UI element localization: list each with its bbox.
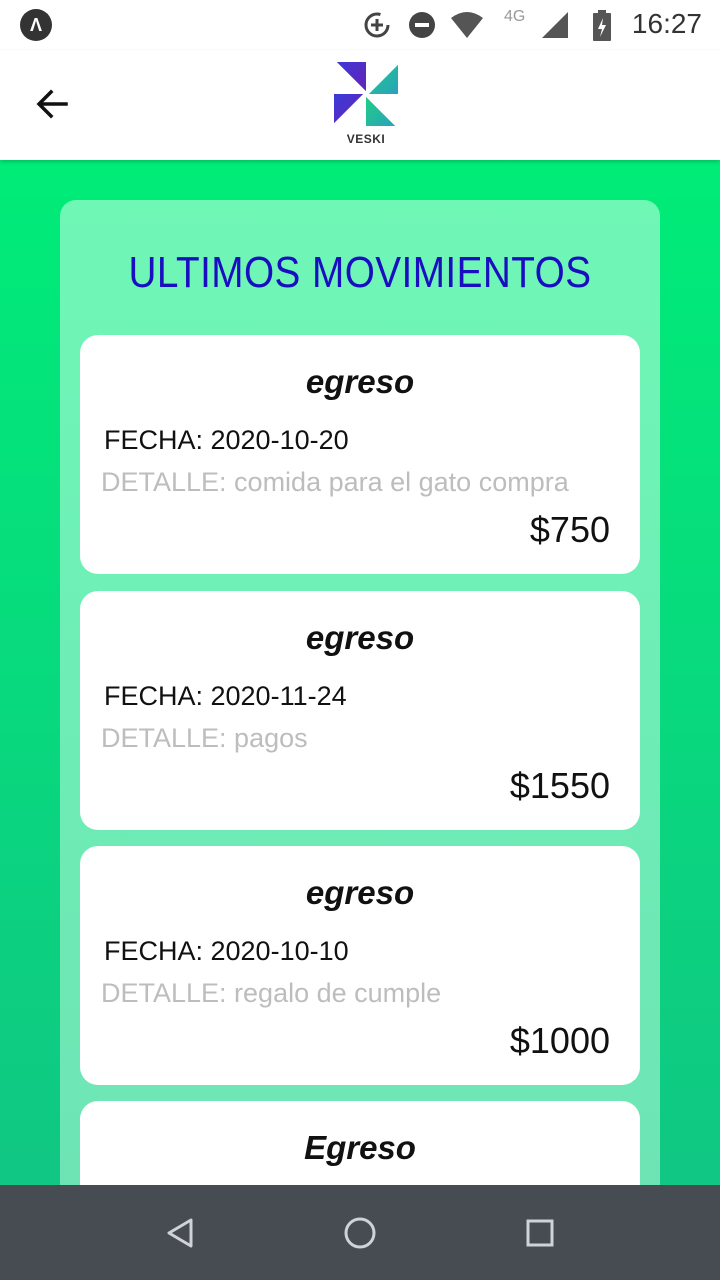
status-time: 16:27 <box>631 8 702 39</box>
movement-detail: DETALLE: comida para el gato compra <box>101 467 569 497</box>
triangle-back-icon <box>167 1218 193 1248</box>
square-recents-icon <box>526 1219 554 1247</box>
nav-home-button[interactable] <box>340 1213 380 1253</box>
page-title: ULTIMOS MOVIMIENTOS <box>128 248 592 297</box>
nav-back-button[interactable] <box>160 1213 200 1253</box>
nav-recents-button[interactable] <box>520 1213 560 1253</box>
app-bar: VESKI <box>0 50 720 160</box>
do-not-disturb-icon <box>409 12 435 38</box>
movement-detail: DETALLE: regalo de cumple <box>101 978 442 1008</box>
movement-date: FECHA: 2020-10-10 <box>104 936 349 966</box>
movement-type: egreso <box>305 874 415 911</box>
movements-panel: ULTIMOS MOVIMIENTOS egreso FECHA: 2020-1… <box>60 200 660 1185</box>
pinwheel-logo-icon <box>332 60 400 128</box>
movement-card[interactable]: egreso FECHA: 2020-11-24 DETALLE: pagos … <box>80 591 640 830</box>
logo-text: VESKI <box>346 132 386 146</box>
movement-type: egreso <box>305 619 415 656</box>
movement-card[interactable]: egreso FECHA: 2020-10-20 DETALLE: comida… <box>80 335 640 574</box>
movement-card[interactable]: egreso FECHA: 2020-10-10 DETALLE: regalo… <box>80 846 640 1085</box>
movement-card[interactable]: Egreso <box>80 1101 640 1185</box>
signal-icon <box>542 12 568 38</box>
movement-date: FECHA: 2020-10-20 <box>104 425 349 455</box>
movement-amount: $1000 <box>509 1020 610 1061</box>
wifi-icon <box>451 12 483 38</box>
veski-logo: VESKI <box>330 58 402 154</box>
movement-amount: $750 <box>529 509 610 550</box>
status-bar: Λ 4G 16:27 <box>0 0 720 50</box>
circle-home-icon <box>344 1217 376 1249</box>
movement-type: Egreso <box>304 1129 416 1166</box>
movement-amount: $1550 <box>509 765 610 806</box>
movement-detail: DETALLE: pagos <box>101 723 308 753</box>
system-nav-bar <box>0 1185 720 1280</box>
network-type: 4G <box>504 8 526 25</box>
movement-date: FECHA: 2020-11-24 <box>104 681 347 711</box>
arrow-back-icon <box>36 89 68 119</box>
movement-type: egreso <box>305 363 415 400</box>
battery-charging-icon <box>593 10 611 41</box>
back-button[interactable] <box>30 82 74 126</box>
app-notification-icon: Λ <box>20 9 52 41</box>
data-saver-icon <box>364 12 390 38</box>
